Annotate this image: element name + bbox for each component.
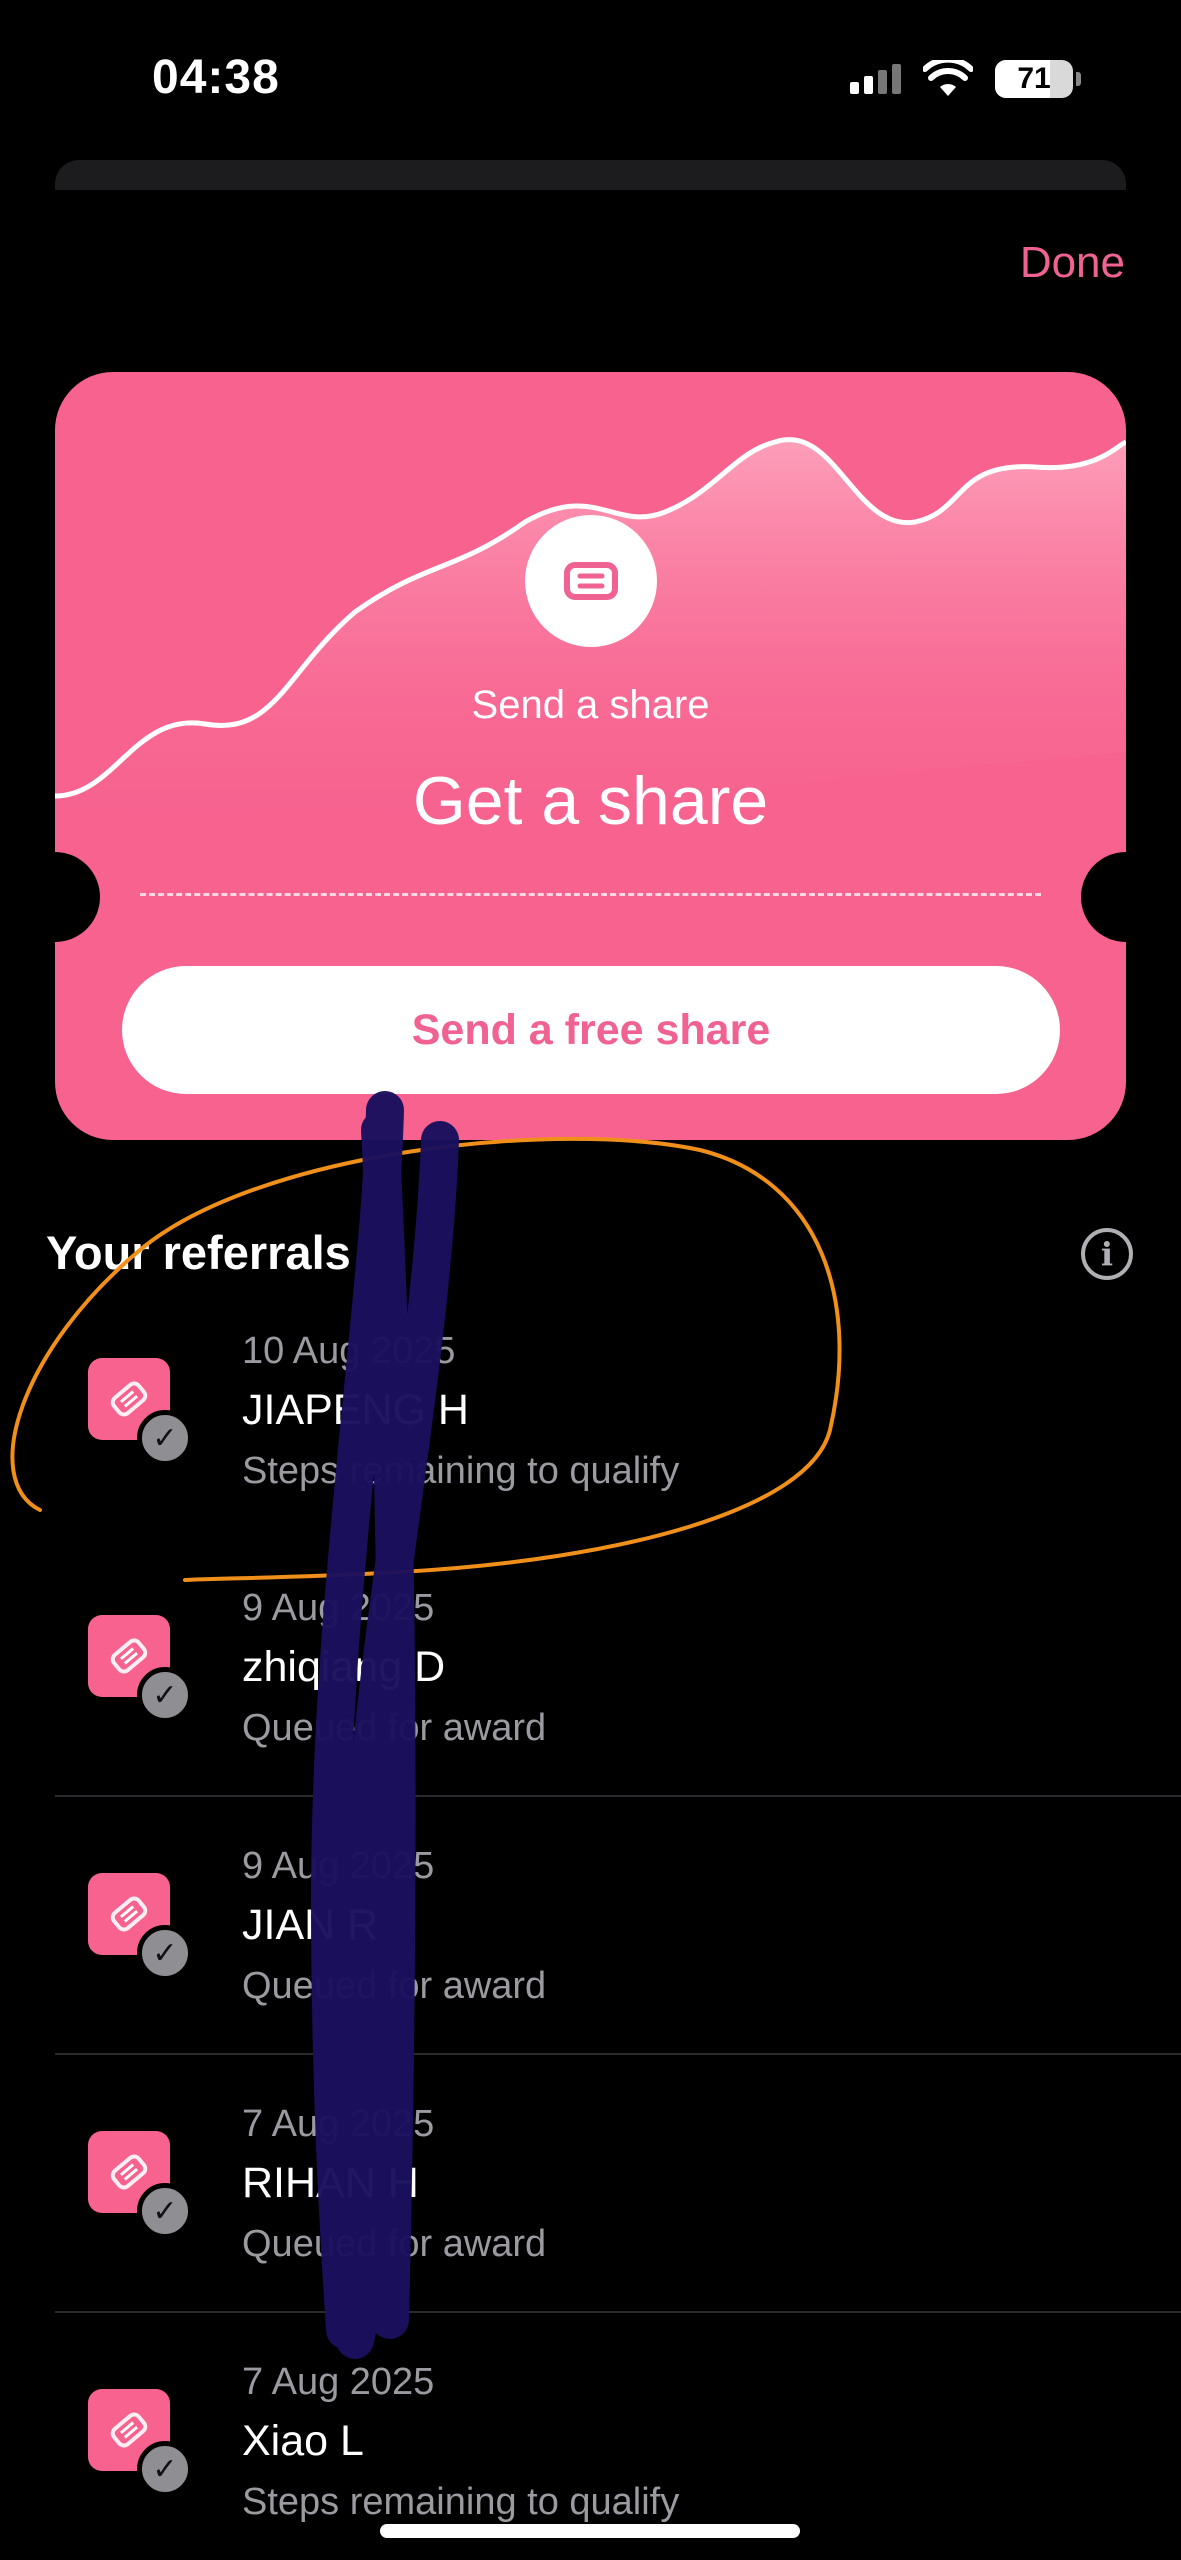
referral-item[interactable]: ✓ 9 Aug 2025 JIAN R Queued for award — [0, 1845, 1181, 2085]
home-indicator[interactable] — [380, 2524, 800, 2538]
referral-name: RIHAN H — [242, 2159, 419, 2207]
referral-status: Steps remaining to qualify — [242, 1450, 680, 1492]
referral-item[interactable]: ✓ 10 Aug 2025 JIAPENG H Steps remaining … — [0, 1330, 1181, 1570]
referral-name: zhiqiang D — [242, 1643, 446, 1691]
referral-date: 10 Aug 2025 — [242, 1330, 456, 1372]
check-badge-icon: ✓ — [137, 2183, 193, 2239]
status-time: 04:38 — [152, 51, 280, 104]
referral-item[interactable]: ✓ 9 Aug 2025 zhiqiang D Queued for award — [0, 1587, 1181, 1827]
check-badge-icon: ✓ — [137, 1410, 193, 1466]
battery-level: 71 — [1017, 62, 1051, 95]
referral-name: JIAN R — [242, 1901, 379, 1949]
referral-status: Queued for award — [242, 1965, 547, 2007]
list-divider — [55, 2053, 1181, 2055]
referrals-heading: Your referrals — [46, 1226, 351, 1279]
referral-date: 9 Aug 2025 — [242, 1587, 435, 1629]
referral-date: 7 Aug 2025 — [242, 2361, 435, 2403]
referral-item[interactable]: ✓ 7 Aug 2025 RIHAN H Queued for award — [0, 2103, 1181, 2343]
referral-date: 7 Aug 2025 — [242, 2103, 435, 2145]
info-icon[interactable]: i — [1081, 1228, 1133, 1280]
ticket-icon — [564, 562, 618, 600]
referral-status: Steps remaining to qualify — [242, 2481, 680, 2523]
check-badge-icon: ✓ — [137, 1925, 193, 1981]
list-divider — [55, 1795, 1181, 1797]
sheet-top-edge — [55, 160, 1126, 190]
ticket-notch-left — [10, 852, 100, 942]
ticket-perforation — [140, 893, 1041, 896]
done-button[interactable]: Done — [1020, 238, 1125, 288]
card-subtitle: Send a share — [471, 683, 710, 727]
send-free-share-button[interactable]: Send a free share — [122, 966, 1060, 1094]
referral-status: Queued for award — [242, 2223, 547, 2265]
list-divider — [55, 2311, 1181, 2313]
ticket-notch-right — [1081, 852, 1171, 942]
wifi-icon — [923, 60, 973, 96]
referral-screen: 04:38 71 Done Send a share Get a share S… — [0, 0, 1181, 2560]
referral-name: JIAPENG H — [242, 1386, 469, 1434]
share-ticket-icon-circle — [525, 515, 657, 647]
referral-name: Xiao L — [242, 2417, 364, 2465]
status-icons: 71 — [850, 56, 1081, 102]
referral-date: 9 Aug 2025 — [242, 1845, 435, 1887]
battery-icon: 71 — [995, 60, 1073, 98]
referral-status: Queued for award — [242, 1707, 547, 1749]
cellular-signal-icon — [850, 64, 901, 94]
check-badge-icon: ✓ — [137, 1667, 193, 1723]
check-badge-icon: ✓ — [137, 2441, 193, 2497]
card-title: Get a share — [412, 763, 769, 839]
